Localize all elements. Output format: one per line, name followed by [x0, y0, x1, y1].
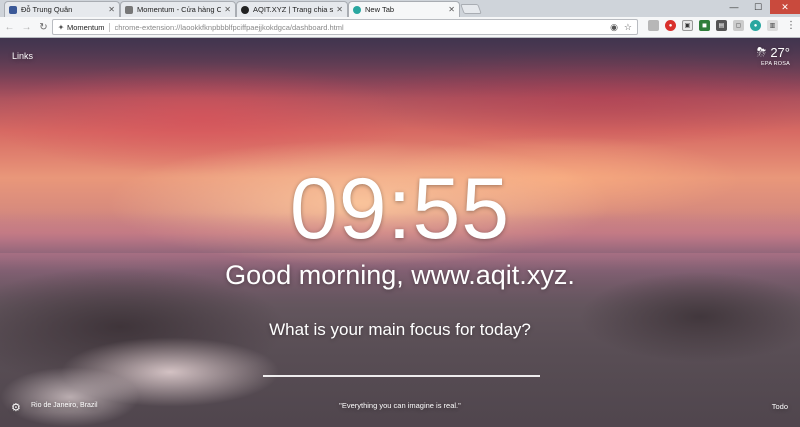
view-icon[interactable]: ◉	[610, 22, 618, 33]
extensions-area: ● ▣ ◼ ▤ ▢ ● ▥ ⋮	[648, 20, 796, 31]
tab-2[interactable]: AQIT.XYZ | Trang chia sẻ ✕	[236, 1, 348, 17]
close-icon[interactable]: ✕	[108, 5, 115, 14]
extension-grey2-icon[interactable]: ▥	[767, 20, 778, 31]
focus-input[interactable]	[263, 375, 540, 377]
browser-toolbar: ← → ↻ ✦ Momentum chrome-extension://laoo…	[0, 17, 800, 38]
new-tab-button[interactable]	[460, 4, 482, 14]
momentum-favicon-icon	[353, 5, 361, 14]
momentum-dashboard: Links ⛈ 27° EPA ROSA 09:55 Good morning,…	[0, 38, 800, 427]
bookmark-star-icon[interactable]: ☆	[624, 22, 632, 33]
background-mist	[0, 367, 140, 427]
forward-icon[interactable]: →	[19, 20, 34, 35]
back-icon[interactable]: ←	[2, 20, 17, 35]
greeting: Good morning, www.aqit.xyz.	[225, 260, 575, 290]
tab-strip: Đỗ Trung Quân ✕ Momentum - Cửa hàng C ✕ …	[0, 0, 800, 17]
quote: "Everything you can imagine is real."	[339, 401, 461, 410]
background-clouds	[0, 38, 800, 98]
thunderstorm-icon: ⛈	[756, 45, 767, 59]
reload-icon[interactable]: ↻	[36, 20, 51, 35]
weather-location: EPA ROSA	[760, 61, 790, 67]
extension-puzzle-icon: ✦	[57, 22, 65, 32]
extension-red-icon[interactable]: ●	[665, 20, 676, 31]
tab-title: Momentum - Cửa hàng C	[137, 5, 222, 14]
tab-title: New Tab	[365, 5, 395, 14]
extension-image-icon[interactable]: ▣	[682, 20, 693, 31]
close-icon[interactable]: ✕	[336, 5, 343, 14]
close-icon[interactable]: ✕	[224, 5, 231, 14]
extension-dark-icon[interactable]: ▤	[716, 20, 727, 31]
weather-widget[interactable]: ⛈ 27° EPA ROSA	[757, 45, 790, 67]
menu-icon[interactable]: ⋮	[786, 20, 796, 31]
tab-title: Đỗ Trung Quân	[21, 5, 73, 14]
weather-temperature: 27°	[770, 45, 790, 60]
todo-button[interactable]: Todo	[772, 402, 788, 411]
window-controls: — ☐ ✕	[722, 0, 800, 14]
focus-question: What is your main focus for today?	[269, 320, 531, 339]
address-bar[interactable]: ✦ Momentum chrome-extension://laookkfknp…	[52, 19, 638, 35]
close-icon[interactable]: ✕	[448, 5, 455, 14]
maximize-icon[interactable]: ☐	[746, 0, 770, 14]
links-button[interactable]: Links	[12, 51, 33, 61]
extension-note-icon[interactable]: ▢	[733, 20, 744, 31]
address-origin: Momentum	[67, 22, 110, 32]
aqit-favicon-icon	[241, 5, 249, 14]
tab-title: AQIT.XYZ | Trang chia sẻ	[253, 5, 334, 14]
minimize-icon[interactable]: —	[722, 0, 746, 14]
extension-teal-icon[interactable]: ●	[750, 20, 761, 31]
tab-0[interactable]: Đỗ Trung Quân ✕	[4, 1, 120, 17]
tab-3[interactable]: New Tab ✕	[348, 1, 460, 17]
facebook-favicon-icon	[9, 5, 17, 14]
tab-1[interactable]: Momentum - Cửa hàng C ✕	[120, 1, 236, 17]
web-store-favicon-icon	[125, 5, 133, 14]
extension-green-icon[interactable]: ◼	[699, 20, 710, 31]
close-window-icon[interactable]: ✕	[770, 0, 800, 14]
clock: 09:55	[289, 161, 511, 257]
extension-grey-icon[interactable]	[648, 20, 659, 31]
address-url[interactable]: chrome-extension://laookkfknpbbblfpciffp…	[115, 23, 611, 32]
